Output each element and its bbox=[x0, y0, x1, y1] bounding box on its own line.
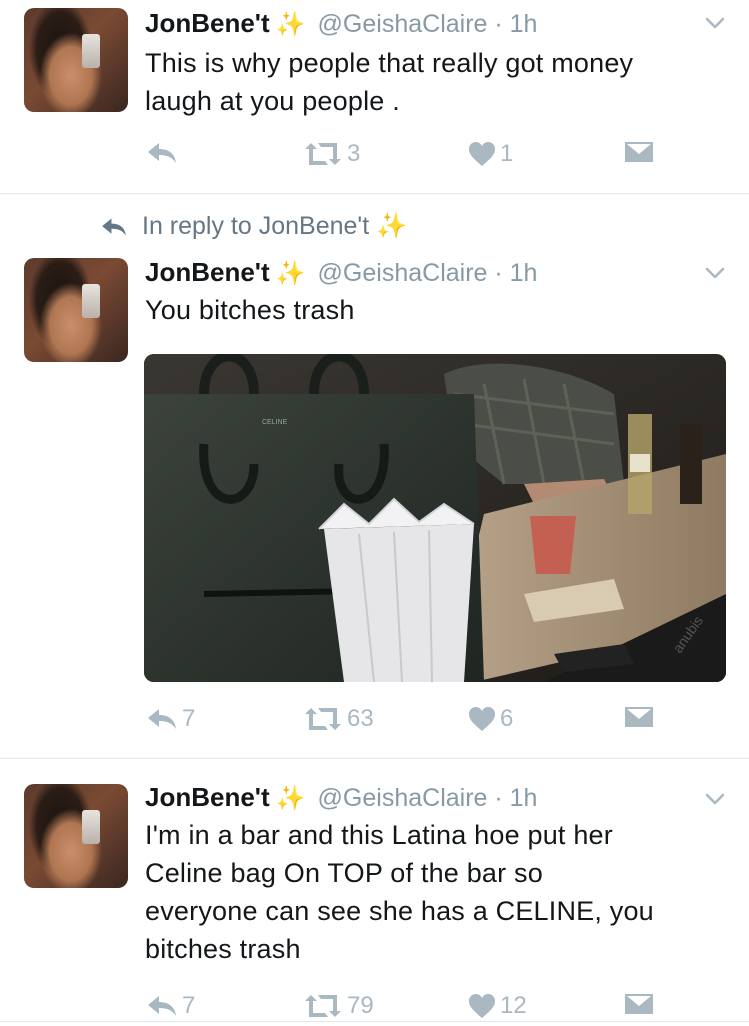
direct-message-button[interactable] bbox=[624, 992, 654, 1016]
like-button[interactable]: 1 bbox=[468, 140, 513, 168]
chevron-down-icon[interactable] bbox=[704, 12, 726, 34]
retweet-icon bbox=[305, 995, 341, 1017]
sparkles-emoji: ✨ bbox=[275, 11, 306, 38]
avatar[interactable] bbox=[24, 8, 128, 112]
retweet-icon bbox=[305, 143, 341, 165]
direct-message-icon bbox=[625, 994, 653, 1014]
chevron-down-icon[interactable] bbox=[704, 262, 726, 284]
retweet-button[interactable]: 79 bbox=[303, 992, 374, 1020]
user-handle[interactable]: @GeishaClaire · 1h bbox=[318, 784, 538, 812]
tweet-header: JonBene't ✨ @GeishaClaire · 1h bbox=[145, 257, 537, 288]
tweet-actions: 7 63 6 bbox=[0, 705, 749, 739]
direct-message-button[interactable] bbox=[624, 140, 654, 164]
reply-button[interactable]: 7 bbox=[146, 705, 195, 733]
tweet-actions: 3 1 bbox=[0, 140, 749, 174]
tweet-text: You bitches trash bbox=[145, 295, 355, 325]
like-icon bbox=[469, 707, 495, 731]
tweet-text: I'm in a bar and this Latina hoe put her… bbox=[145, 820, 654, 964]
display-name[interactable]: JonBene't bbox=[145, 257, 270, 287]
divider bbox=[0, 1021, 749, 1022]
like-icon bbox=[469, 142, 495, 166]
retweet-button[interactable]: 3 bbox=[303, 140, 360, 168]
timestamp: 1h bbox=[509, 259, 538, 287]
like-button[interactable]: 12 bbox=[468, 992, 527, 1020]
divider bbox=[0, 193, 749, 194]
timestamp: 1h bbox=[509, 10, 538, 38]
reply-button[interactable] bbox=[146, 140, 182, 166]
display-name[interactable]: JonBene't bbox=[145, 8, 270, 38]
reply-icon bbox=[148, 709, 176, 729]
avatar[interactable] bbox=[24, 784, 128, 888]
direct-message-button[interactable] bbox=[624, 705, 654, 729]
tweet-text: This is why people that really got money… bbox=[145, 48, 634, 116]
reply-icon bbox=[148, 996, 176, 1016]
tweet-3[interactable]: JonBene't ✨ @GeishaClaire · 1h I'm in a ba… bbox=[0, 776, 749, 1023]
tweet-header: JonBene't ✨ @GeishaClaire · 1h bbox=[145, 782, 537, 813]
user-handle[interactable]: @GeishaClaire · 1h bbox=[318, 10, 538, 38]
chevron-down-icon[interactable] bbox=[704, 788, 726, 810]
tweet-header: JonBene't ✨ @GeishaClaire · 1h bbox=[145, 8, 537, 39]
user-handle[interactable]: @GeishaClaire · 1h bbox=[318, 259, 538, 287]
display-name[interactable]: JonBene't bbox=[145, 782, 270, 812]
reply-icon bbox=[102, 218, 126, 235]
sparkles-emoji: ✨ bbox=[275, 785, 306, 812]
timestamp: 1h bbox=[509, 784, 538, 812]
like-button[interactable]: 6 bbox=[468, 705, 513, 733]
bag-brand-label: CELINE bbox=[262, 419, 288, 426]
sparkles-emoji: ✨ bbox=[275, 260, 306, 287]
direct-message-icon bbox=[625, 707, 653, 727]
tweet-photo[interactable]: anubis CELINE bbox=[144, 354, 726, 682]
reply-context[interactable]: In reply to JonBene't ✨ bbox=[100, 212, 407, 241]
divider bbox=[0, 758, 749, 759]
reply-button[interactable]: 7 bbox=[146, 992, 195, 1020]
tweet-1[interactable]: JonBene't ✨ @GeishaClaire · 1h This is why… bbox=[0, 0, 749, 193]
bar-scene-image: anubis CELINE bbox=[144, 354, 726, 682]
retweet-button[interactable]: 63 bbox=[303, 705, 374, 733]
reply-icon bbox=[148, 143, 176, 163]
direct-message-icon bbox=[625, 142, 653, 162]
retweet-icon bbox=[305, 708, 341, 730]
like-icon bbox=[469, 994, 495, 1018]
avatar[interactable] bbox=[24, 258, 128, 362]
